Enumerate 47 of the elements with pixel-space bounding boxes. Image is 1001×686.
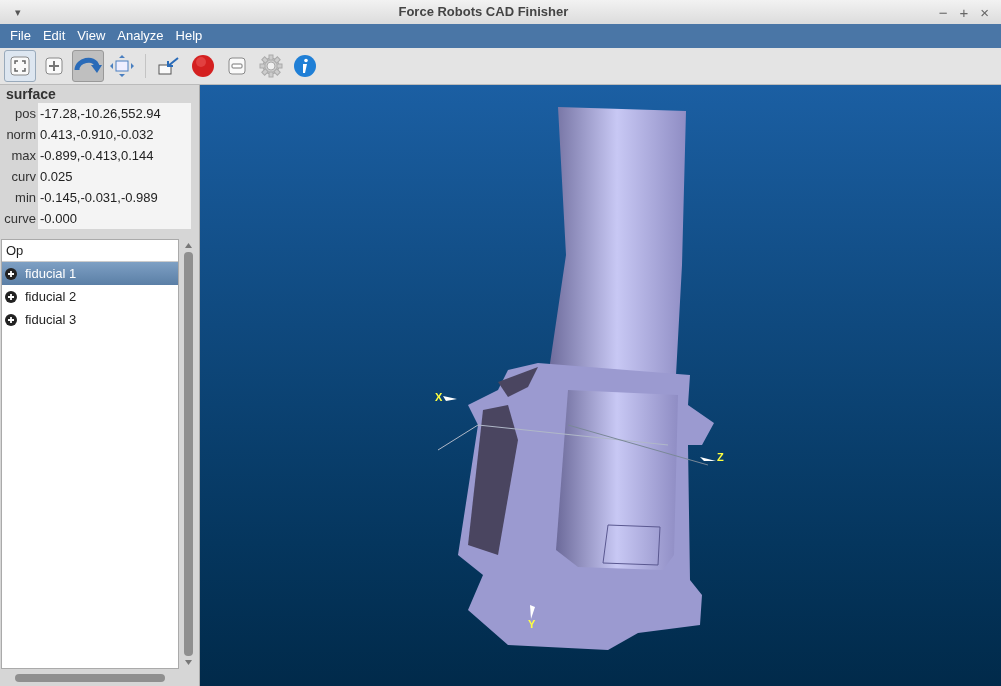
axis-label: X bbox=[435, 392, 443, 403]
property-label: curv bbox=[10, 167, 37, 186]
tree-item[interactable]: fiducial 1 bbox=[2, 262, 178, 285]
menu-item[interactable]: Analyze bbox=[111, 26, 170, 46]
fit-view-icon bbox=[10, 56, 30, 76]
property-value: -17.28,-10.26,552.94 bbox=[38, 103, 191, 124]
property-value: -0.899,-0.413,0.144 bbox=[38, 145, 191, 166]
panel-title: surface bbox=[5, 85, 57, 103]
expand-plus-icon bbox=[5, 313, 17, 326]
tree-item[interactable]: fiducial 3 bbox=[2, 308, 178, 331]
property-value: -0.000 bbox=[38, 208, 191, 229]
property-label: max bbox=[10, 146, 37, 165]
property-value: -0.145,-0.031,-0.989 bbox=[38, 187, 191, 208]
record-icon bbox=[191, 54, 215, 78]
property-label: norm bbox=[5, 125, 37, 144]
3d-viewport[interactable]: X Z Y bbox=[200, 85, 1001, 686]
window-control-button[interactable]: + bbox=[959, 4, 969, 20]
scroll-up-arrow-icon[interactable] bbox=[184, 243, 192, 248]
plus-icon bbox=[45, 57, 63, 75]
import-arrow-icon bbox=[158, 56, 180, 76]
minus-icon bbox=[228, 57, 246, 75]
toolbar-button[interactable] bbox=[72, 50, 104, 82]
axis-label: Y bbox=[528, 619, 536, 630]
property-label: min bbox=[14, 188, 37, 207]
axis-cone-icon bbox=[443, 393, 458, 402]
axis-label: Z bbox=[717, 452, 724, 463]
toolbar-button[interactable] bbox=[4, 50, 36, 82]
expand-plus-icon bbox=[5, 267, 17, 280]
property-label: pos bbox=[14, 104, 37, 123]
window-menu-button[interactable]: ▾ bbox=[8, 3, 28, 21]
tree-item[interactable]: fiducial 2 bbox=[2, 285, 178, 308]
property-value: 0.413,-0.910,-0.032 bbox=[38, 124, 191, 145]
window-title: Force Robots CAD Finisher bbox=[397, 3, 570, 22]
scroll-down-arrow-icon[interactable] bbox=[184, 660, 192, 665]
info-icon bbox=[293, 54, 317, 78]
menu-item[interactable]: File bbox=[4, 26, 37, 46]
property-value: 0.025 bbox=[38, 166, 191, 187]
property-label: curve bbox=[3, 209, 37, 228]
axis-cone-icon bbox=[528, 605, 535, 619]
menu-item[interactable]: Help bbox=[169, 26, 209, 46]
menu-item[interactable]: View bbox=[71, 26, 112, 46]
gear-icon bbox=[259, 54, 283, 78]
menu-item[interactable]: Edit bbox=[36, 26, 72, 46]
window-control-button[interactable]: × bbox=[980, 4, 989, 20]
expand-plus-icon bbox=[5, 290, 17, 303]
move-arrows-icon bbox=[110, 55, 134, 77]
window-control-button[interactable]: − bbox=[938, 4, 948, 20]
